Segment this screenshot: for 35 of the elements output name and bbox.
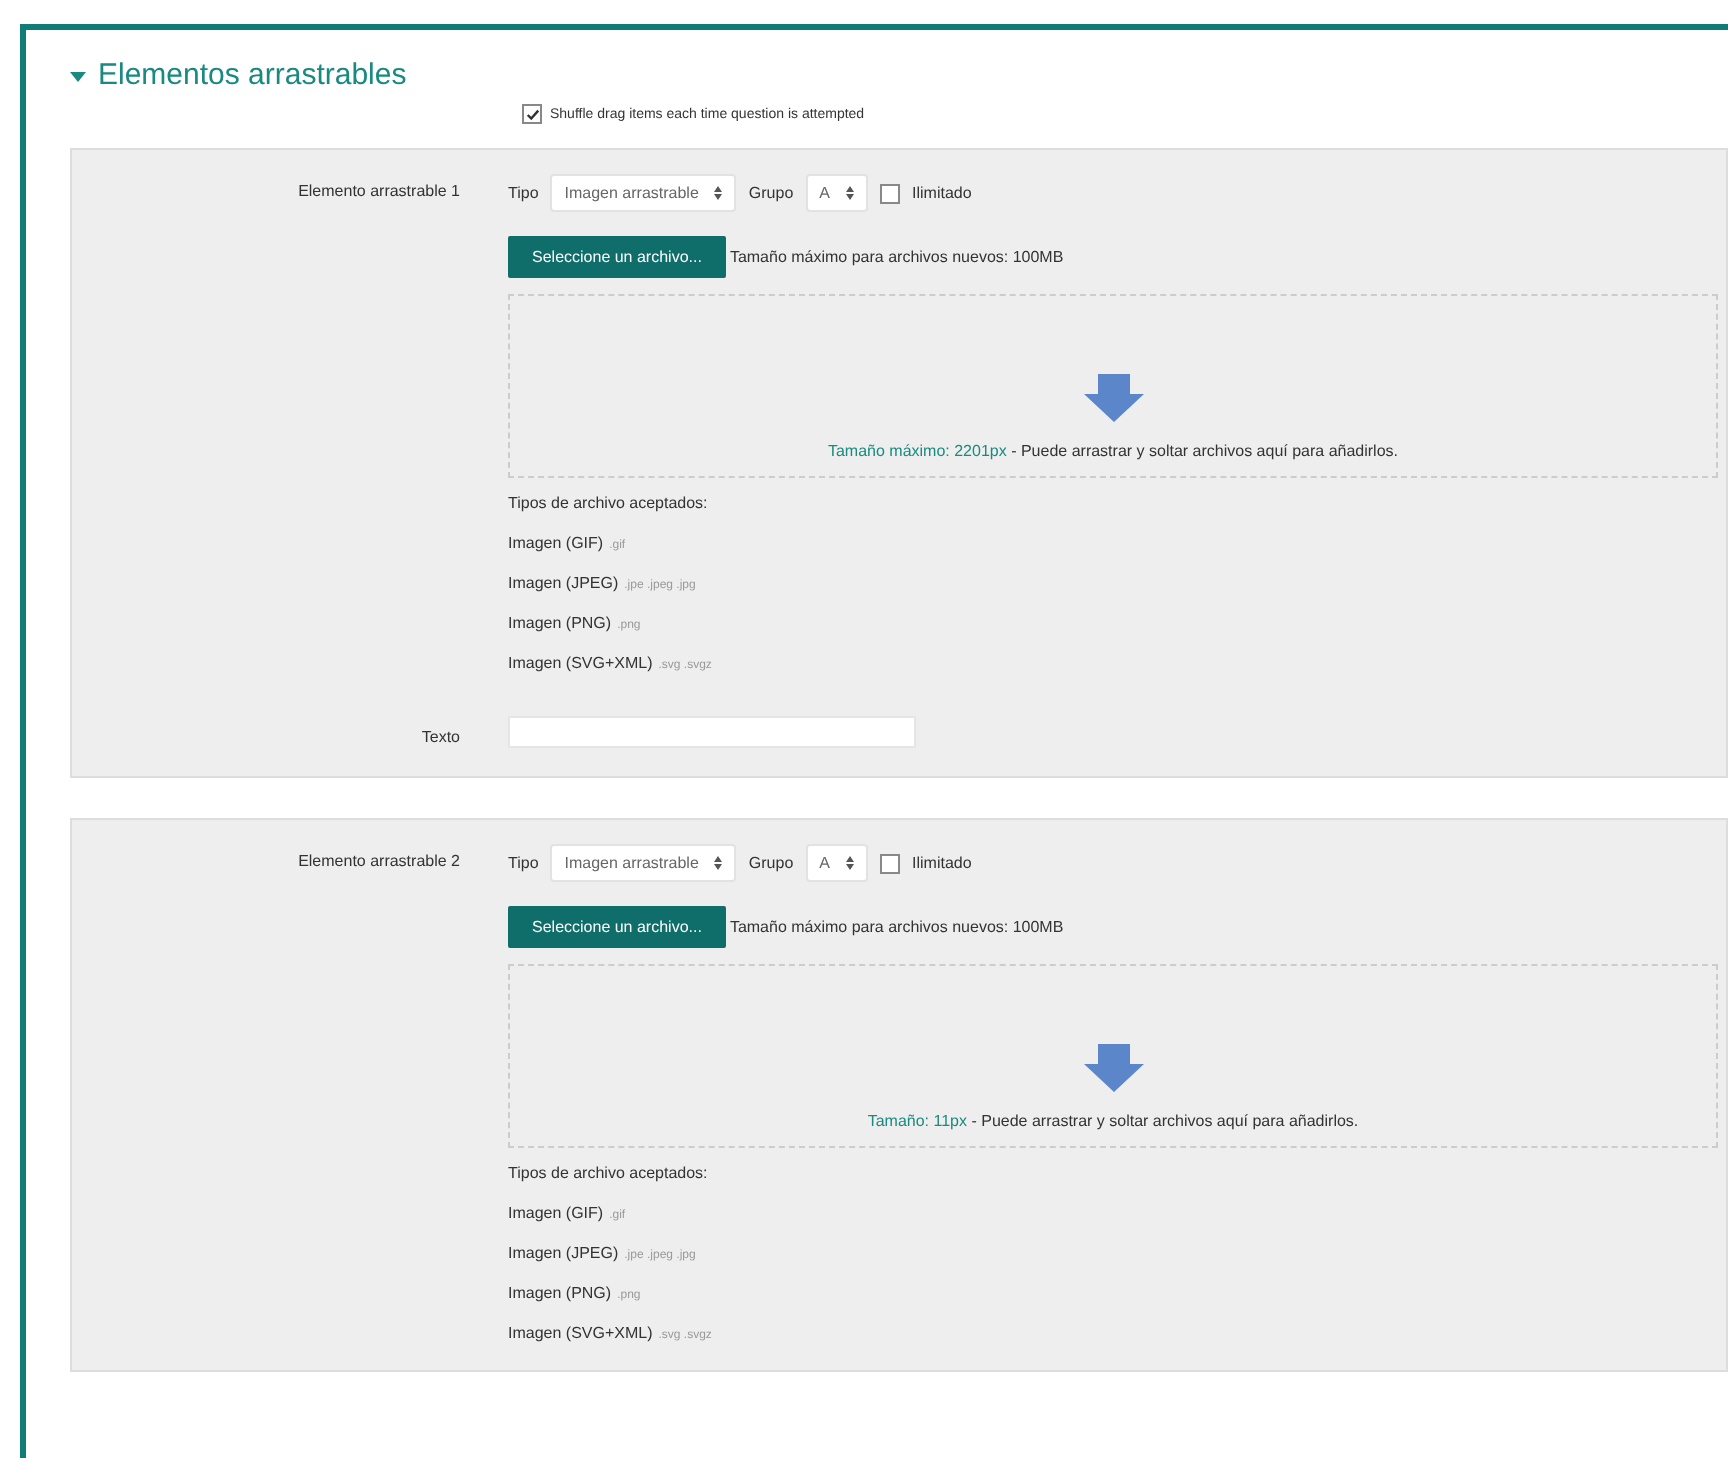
checkbox-label: Ilimitado (912, 184, 972, 202)
sort-arrows-icon (714, 856, 723, 870)
field-label: Elemento arrastrable 2 (298, 850, 460, 870)
checkbox[interactable] (880, 853, 900, 873)
field-label: Tipo (508, 184, 539, 202)
type-select[interactable]: Imagen arrastrable (550, 844, 737, 882)
file-picker-button[interactable]: Seleccione un archivo... (508, 236, 726, 278)
drop-instructions: - Puede arrastrar y soltar archivos aquí para añadirlos. (1009, 442, 1399, 460)
field-label: Grupo (748, 184, 794, 202)
sort-arrows-icon (846, 856, 854, 870)
field-label: Tipo (508, 854, 539, 872)
accepted-types-title: Tipos de archivo aceptados: (508, 1164, 710, 1182)
checkbox[interactable] (880, 183, 900, 203)
field-label: Grupo (748, 854, 794, 872)
collapse-icon[interactable] (70, 67, 86, 83)
accepted-types-title: Tipos de archivo aceptados: (508, 494, 710, 512)
sort-arrows-icon (714, 186, 723, 200)
type-select[interactable]: Imagen arrastrable (550, 174, 737, 212)
checkbox[interactable] (522, 104, 542, 124)
checkbox-label: Ilimitado (912, 854, 972, 872)
drop-instructions: - Puede arrastrar y soltar archivos aquí para añadirlos. (969, 1112, 1359, 1130)
down-arrow-icon (1083, 374, 1143, 422)
max-size-text: Tamaño máximo para archivos nuevos: 100MB (729, 248, 1064, 266)
group-select[interactable]: A (805, 844, 868, 882)
section-title: Elementos arrastrables (98, 58, 407, 92)
file-picker-button[interactable]: Seleccione un archivo... (508, 906, 726, 948)
text-field[interactable] (508, 716, 916, 748)
field-label: Elemento arrastrable 1 (298, 180, 460, 200)
sort-arrows-icon (846, 186, 854, 200)
size-link[interactable]: Tamaño máximo: 2201px (827, 442, 1007, 460)
down-arrow-icon (1083, 1044, 1143, 1092)
size-link[interactable]: Tamaño: 11px (867, 1112, 967, 1130)
field-label: Texto (421, 725, 460, 745)
max-size-text: Tamaño máximo para archivos nuevos: 100MB (729, 918, 1064, 936)
group-select[interactable]: A (805, 174, 868, 212)
